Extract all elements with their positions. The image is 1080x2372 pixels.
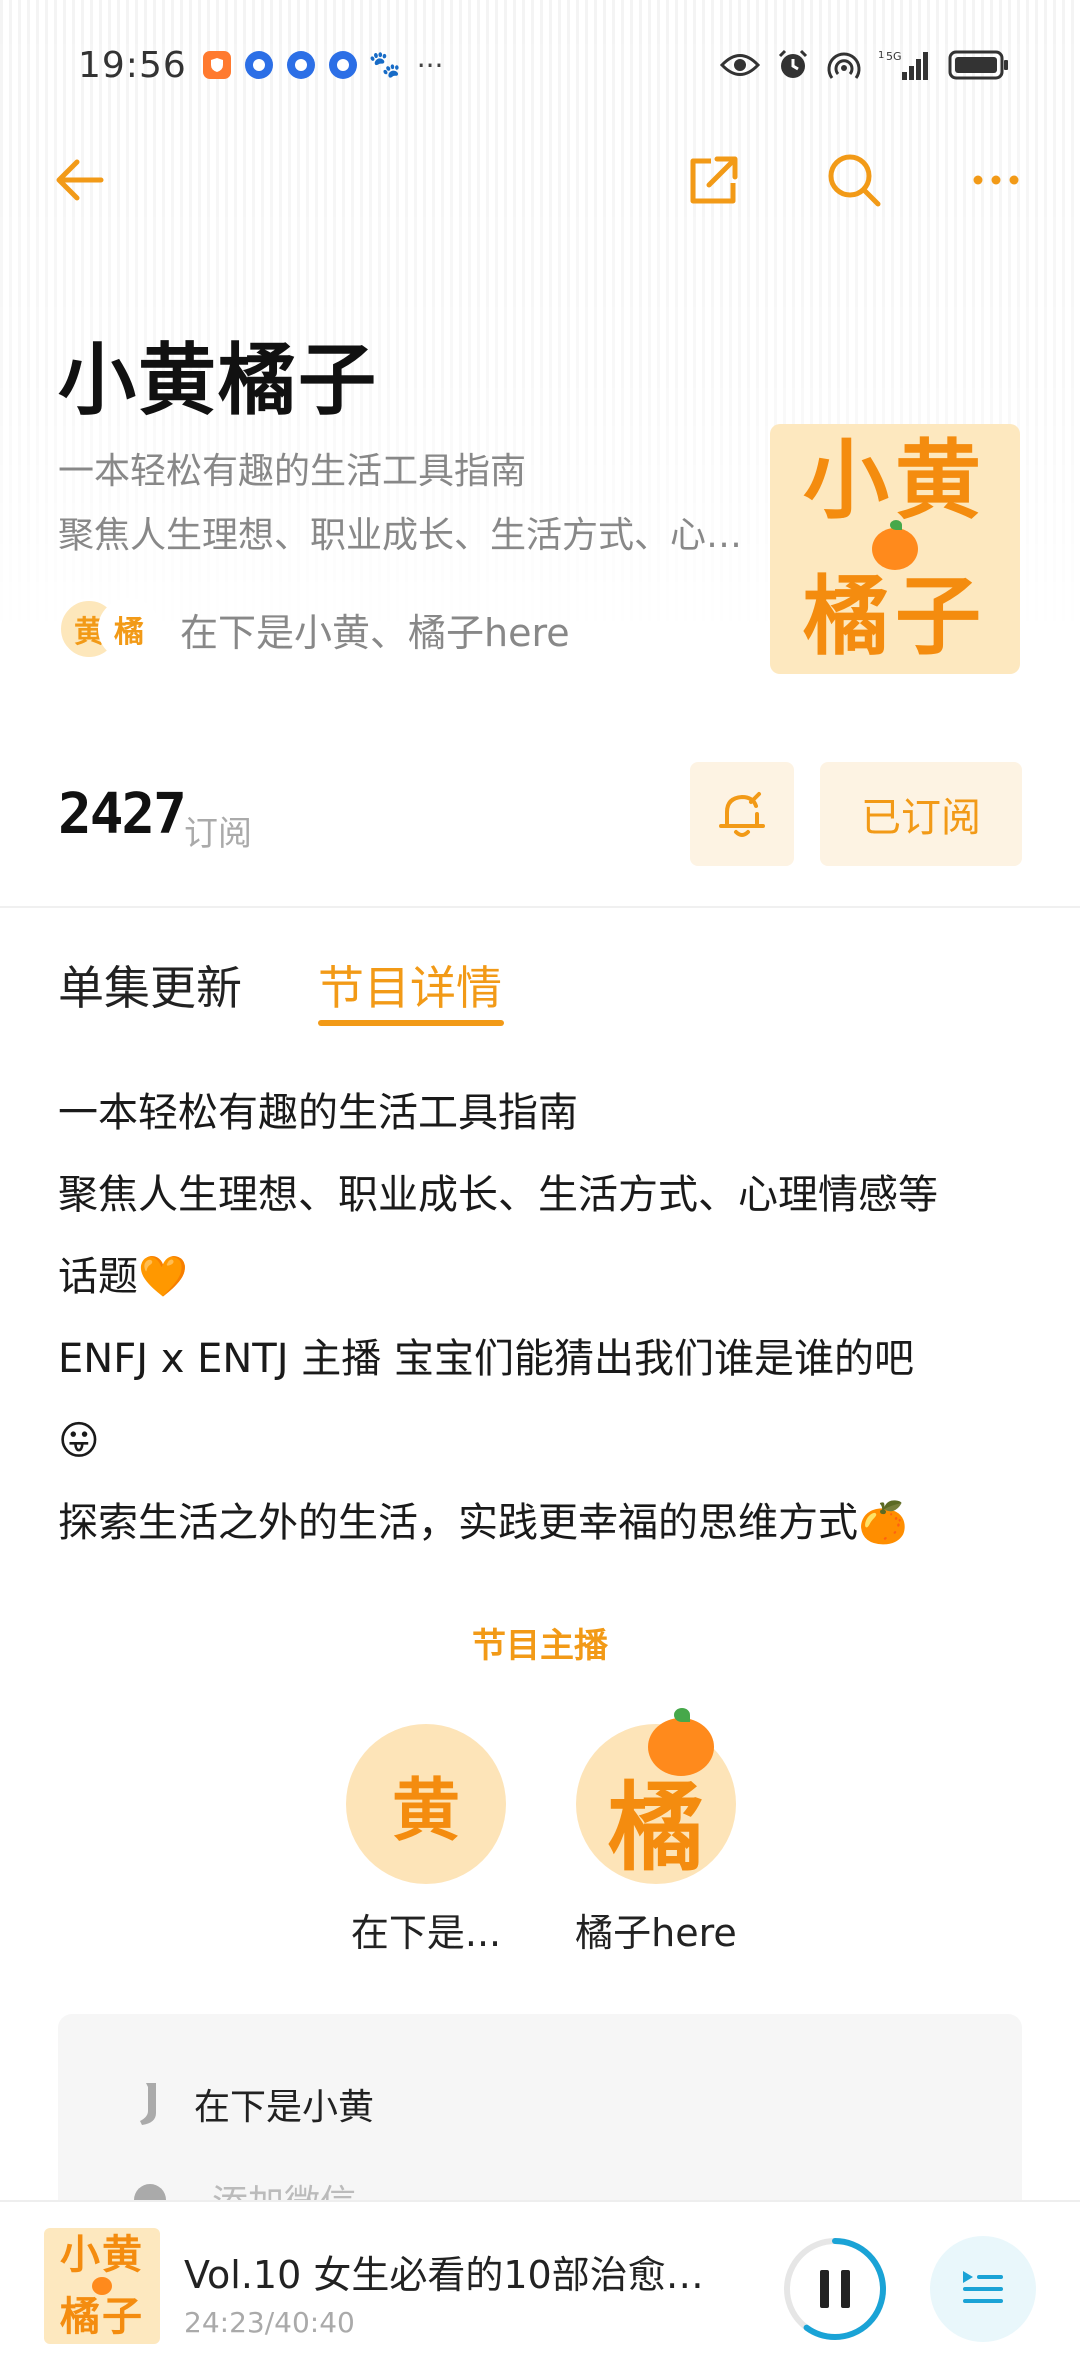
host-avatar: 橘 [98, 598, 160, 660]
description-line: 😛 [58, 1418, 100, 1464]
playlist-button[interactable] [930, 2236, 1036, 2342]
top-nav [0, 140, 1080, 220]
tab-episodes[interactable]: 单集更新 [58, 952, 242, 1018]
more-notifications-icon: ··· [416, 48, 444, 82]
podcast-description: 一本轻松有趣的生活工具指南 聚焦人生理想、职业成长、生活方式、心理情感等 话题🧡… [58, 1072, 1038, 1564]
info-host-name: 在下是小黄 [194, 2087, 375, 2128]
svg-text:1: 1 [878, 50, 884, 61]
podcast-subtitle-line2: 聚焦人生理想、职业成长、生活方式、心理情感等话题 [58, 515, 758, 556]
shield-app-icon [202, 51, 231, 79]
share-icon [690, 156, 738, 204]
host-name: 橘子here [575, 1911, 737, 1955]
share-button[interactable] [674, 140, 754, 220]
more-button[interactable] [956, 140, 1036, 220]
notify-button[interactable] [690, 762, 794, 866]
status-bar: 19:56 🐾 ··· 1 5G [78, 38, 1010, 92]
description-line: 探索生活之外的生活，实践更幸福的思维方式🍊 [58, 1500, 908, 1546]
tab-details[interactable]: 节目详情 [318, 952, 502, 1018]
mini-player[interactable]: 小黄 橘子 Vol.10 女生必看的10部治愈系电影 24:23/40:40 [0, 2200, 1080, 2372]
hosts-text: 在下是小黄、橘子here [180, 610, 570, 655]
alarm-icon [778, 49, 808, 78]
info-row: 在下是小黄 [132, 2078, 374, 2130]
description-line: 话题🧡 [58, 1254, 188, 1300]
avatar-char: 橘 [608, 1771, 704, 1884]
description-line: 一本轻松有趣的生活工具指南 [58, 1090, 578, 1136]
episode-title: Vol.10 女生必看的10部治愈系电影 [184, 2253, 714, 2297]
signal-icon: 1 5G [878, 50, 928, 80]
orange-icon [92, 2277, 112, 2295]
description-line: ENFJ x ENTJ 主播 宝宝们能猜出我们谁是谁的吧 [58, 1336, 914, 1382]
host-card[interactable]: 橘 橘子here [575, 1708, 737, 1957]
more-icon [973, 175, 1019, 185]
cover-text: 小黄 [803, 431, 987, 531]
back-button[interactable] [40, 140, 120, 220]
status-time: 19:56 [78, 44, 187, 86]
cover-text: 橘子 [803, 567, 987, 667]
paw-app-icon: 🐾 [368, 50, 401, 80]
active-tab-indicator [318, 1020, 504, 1026]
status-indicators: 1 5G [720, 48, 1010, 82]
search-button[interactable] [814, 140, 894, 220]
cover-text: 橘子 [60, 2294, 144, 2340]
player-cover: 小黄 橘子 [44, 2228, 160, 2344]
host-avatar: 黄 [346, 1724, 506, 1884]
host-name: 在下是... [350, 1911, 502, 1955]
circle-app-icon [244, 51, 273, 79]
podcast-title: 小黄橘子 [58, 336, 379, 426]
search-icon [828, 154, 881, 207]
podcast-subtitle-line1: 一本轻松有趣的生活工具指南 [58, 451, 527, 492]
playlist-icon [963, 2271, 1003, 2303]
cover-text: 小黄 [60, 2232, 144, 2278]
pause-icon [784, 2238, 886, 2340]
hosts-summary[interactable]: 黄 橘 在下是小黄、橘子here [58, 594, 570, 664]
bell-icon [719, 792, 765, 837]
status-app-icons: 🐾 ··· [202, 48, 444, 82]
playback-time: 24:23/40:40 [184, 2306, 355, 2339]
music-note-icon [140, 2083, 156, 2125]
circle-app-icon [286, 51, 315, 79]
orange-icon [872, 520, 918, 570]
divider [0, 906, 1080, 908]
circle-app-icon [328, 51, 357, 79]
svg-text:5G: 5G [886, 50, 902, 63]
podcast-cover: 小黄 橘子 [770, 424, 1020, 674]
description-line: 聚焦人生理想、职业成长、生活方式、心理情感等 [58, 1172, 938, 1218]
battery-icon [948, 50, 1008, 80]
eye-icon [720, 54, 760, 76]
host-card[interactable]: 黄 在下是... [346, 1724, 506, 1957]
subscriber-label: 订阅 [184, 814, 252, 854]
host-avatar: 橘 [576, 1708, 736, 1884]
pause-button[interactable] [780, 2234, 890, 2344]
arrow-left-icon [56, 159, 104, 201]
hosts-heading: 节目主播 [472, 1626, 608, 1666]
avatar-char: 黄 [391, 1771, 460, 1851]
subscriber-count: 2427 [58, 782, 187, 847]
hotspot-icon [827, 52, 861, 79]
subscribed-button[interactable]: 已订阅 [820, 762, 1022, 866]
